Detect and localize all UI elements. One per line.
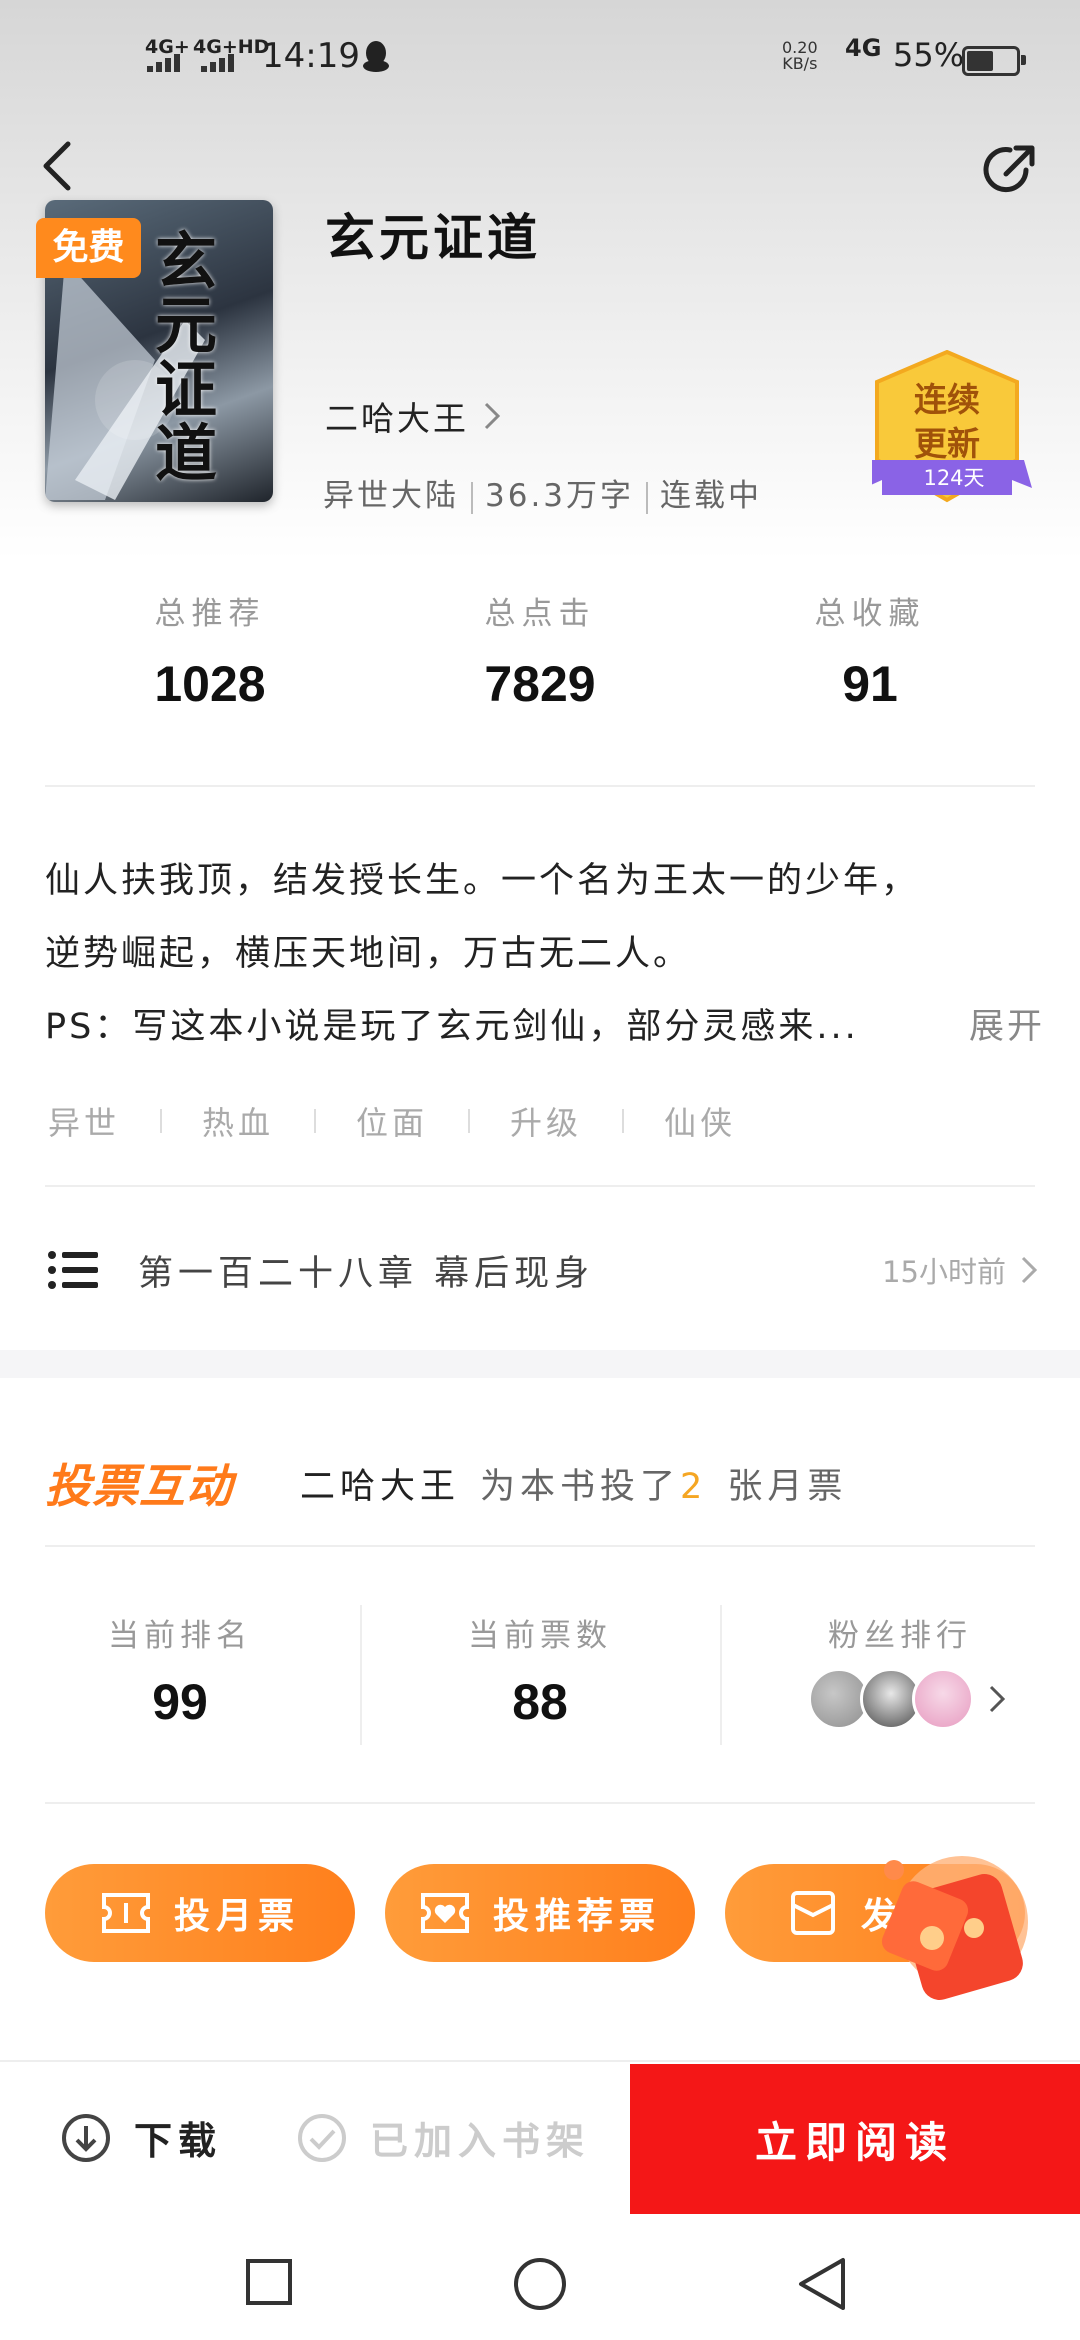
badge-days: 124天 — [923, 466, 985, 490]
avatar — [912, 1668, 974, 1730]
vote-recommend-ticket-button[interactable]: 投推荐票 — [385, 1864, 695, 1962]
download-button[interactable]: 下载 — [60, 2110, 222, 2165]
author-link[interactable]: 二哈大王 — [325, 392, 501, 440]
vote-message: 二哈大王 为本书投了2 张月票 — [300, 1467, 848, 1507]
vote-count: 2 — [680, 1467, 708, 1507]
book-meta: 异世大陆 36.3万字 连载中 — [323, 470, 762, 515]
envelope-icon — [791, 1891, 835, 1935]
system-nav-bar — [0, 2218, 1080, 2340]
heart-ticket-icon — [420, 1893, 469, 1933]
status-bar: 4G+ 4G+HD 14:19 0.20 KB/s 4G 55% — [0, 0, 1080, 115]
share-icon[interactable] — [980, 140, 1040, 200]
tag-item[interactable]: 位面 — [356, 1098, 468, 1144]
ticket-icon — [101, 1893, 150, 1933]
home-icon[interactable] — [512, 2256, 568, 2312]
free-badge: 免费 — [36, 218, 141, 278]
stat-total-recommend: 总推荐 1028 — [154, 596, 266, 712]
section-gap — [0, 1350, 1080, 1378]
clock: 14:19 — [262, 36, 360, 76]
battery-icon — [962, 46, 1026, 76]
continuous-update-badge: 连续 更新 124天 — [872, 350, 1037, 510]
added-to-shelf-button[interactable]: 已加入书架 — [296, 2110, 590, 2165]
chevron-right-icon — [484, 402, 501, 430]
fan-ranking[interactable]: 粉丝排行 — [720, 1610, 1080, 1655]
current-votes: 当前票数 88 — [468, 1618, 612, 1730]
vote-section-title: 投票互动 — [45, 1459, 233, 1513]
back-arrow-icon[interactable] — [38, 138, 78, 194]
chevron-right-icon — [1021, 1256, 1038, 1284]
cover-title: 玄元证道 — [155, 225, 218, 490]
latest-chapter-time: 15小时前 — [882, 1255, 1006, 1289]
tag-item[interactable]: 仙侠 — [664, 1098, 776, 1144]
net-speed: 0.20 KB/s — [782, 38, 818, 73]
check-circle-icon — [298, 2113, 346, 2162]
latest-chapter-row[interactable]: 第一百二十八章 幕后现身 15小时前 — [48, 1240, 1038, 1300]
author-name: 二哈大王 — [325, 399, 469, 438]
serial-status: 连载中 — [660, 478, 763, 514]
stat-total-clicks: 总点击 7829 — [484, 596, 596, 712]
red-packet-float-icon[interactable] — [870, 1850, 1040, 2000]
chapter-list-icon — [48, 1251, 98, 1289]
download-icon — [62, 2113, 110, 2162]
tag-item[interactable]: 异世 — [48, 1098, 160, 1144]
divider — [45, 1802, 1035, 1804]
divider — [45, 785, 1035, 787]
divider — [45, 1545, 1035, 1547]
fan-avatars[interactable] — [808, 1668, 1006, 1730]
vote-user: 二哈大王 — [300, 1467, 461, 1507]
stat-total-favorites: 总收藏 91 — [814, 596, 926, 712]
tag-item[interactable]: 升级 — [510, 1098, 622, 1144]
latest-chapter-name: 第一百二十八章 幕后现身 — [138, 1253, 595, 1294]
expand-button[interactable]: 展开 — [969, 991, 1045, 1064]
read-now-button[interactable]: 立即阅读 — [630, 2064, 1080, 2214]
book-title: 玄元证道 — [325, 209, 541, 267]
chevron-right-icon — [989, 1685, 1006, 1713]
tag-list: 异世 热血 位面 升级 仙侠 — [48, 1098, 776, 1144]
current-rank: 当前排名 99 — [108, 1618, 252, 1730]
back-nav-icon[interactable] — [795, 2256, 849, 2312]
qq-icon — [363, 41, 389, 72]
badge-label: 连续 更新 — [914, 380, 980, 463]
word-count: 36.3万字 — [485, 478, 635, 514]
recent-apps-icon[interactable] — [245, 2258, 293, 2306]
tag-item[interactable]: 热血 — [202, 1098, 314, 1144]
vote-monthly-ticket-button[interactable]: 投月票 — [45, 1864, 355, 1962]
divider — [45, 1185, 1035, 1187]
book-description[interactable]: 仙人扶我顶，结发授长生。一个名为王太一的少年， 逆势崛起，横压天地间，万古无二人… — [45, 845, 1045, 1064]
book-category: 异世大陆 — [323, 478, 459, 514]
battery-percent: 55% — [893, 36, 965, 74]
